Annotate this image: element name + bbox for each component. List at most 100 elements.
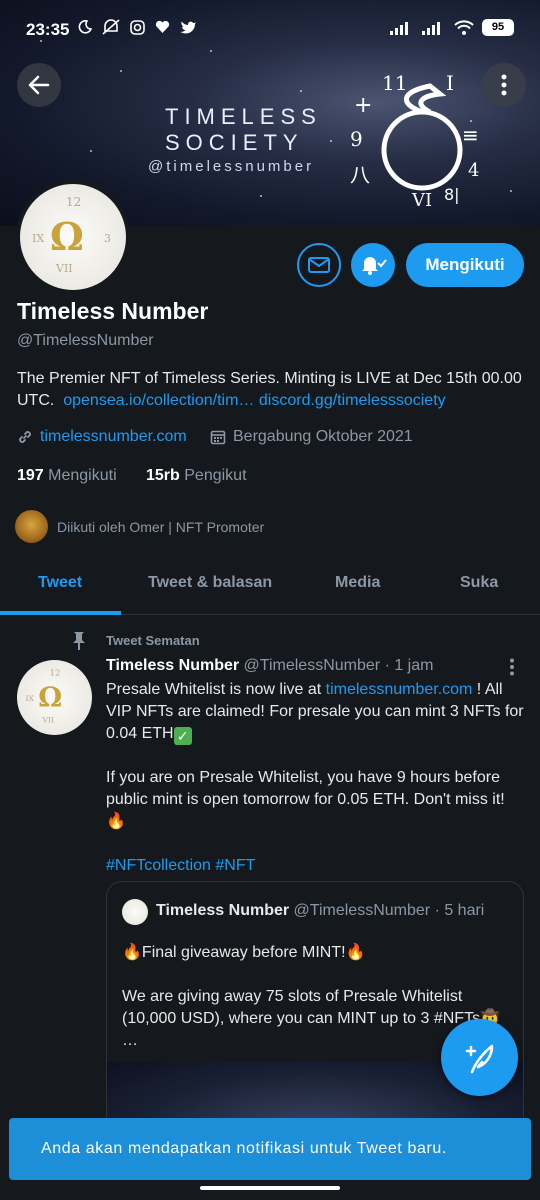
signal-icon (390, 21, 408, 35)
tweet-author-handle: @TimelessNumber (243, 657, 381, 674)
tweet-hashtags[interactable]: #NFTcollection #NFT (106, 855, 526, 877)
link-icon (19, 431, 31, 443)
svg-text:4: 4 (468, 160, 479, 181)
svg-text:Ω: Ω (38, 683, 62, 714)
tweet-body[interactable]: Presale Whitelist is now live at timeles… (106, 679, 526, 899)
following-number: 197 (17, 467, 44, 484)
profile-handle: @TimelessNumber (17, 332, 154, 349)
profile-name: Timeless Number (17, 298, 209, 324)
back-button[interactable] (17, 63, 61, 107)
more-options-button[interactable] (482, 63, 526, 107)
banner-title-line2: SOCIETY (165, 130, 304, 155)
svg-text:IX: IX (32, 232, 44, 245)
status-bar: 23:35 95 (0, 0, 540, 62)
omega-clock-logo: 12 IX VII 3 Ω (32, 195, 111, 275)
profile-bio: The Premier NFT of Timeless Series. Mint… (17, 368, 527, 412)
fire-emoji-icon: 🔥 (122, 944, 142, 961)
arrow-left-icon (28, 75, 50, 95)
followers-count[interactable]: 15rb Pengikut (146, 467, 247, 485)
joined-meta: Bergabung Oktober 2021 (210, 428, 413, 446)
home-indicator[interactable] (200, 1186, 340, 1190)
status-icons-right: 95 (390, 19, 514, 36)
signal-icon (422, 21, 440, 35)
svg-text:12: 12 (66, 195, 81, 209)
mail-icon (308, 257, 330, 273)
follower-avatar (15, 510, 48, 543)
quote-header: Timeless Number @TimelessNumber · 5 hari (156, 902, 484, 920)
banner-title: TIMELESS SOCIETY (165, 104, 322, 156)
svg-text:≡: ≡ (462, 123, 479, 147)
tab-media[interactable]: Media (335, 574, 380, 592)
compose-tweet-button[interactable] (441, 1019, 518, 1096)
tab-tweet[interactable]: Tweet (38, 574, 82, 592)
website-meta: timelessnumber.com (17, 428, 187, 446)
omega-clock-logo: 12 IX VII Ω (25, 669, 62, 725)
svg-text:12: 12 (50, 669, 61, 679)
compose-feather-icon (465, 1044, 493, 1073)
tweet-link[interactable]: timelessnumber.com (326, 681, 473, 698)
fire-emoji-icon: 🔥 (345, 944, 366, 961)
quoted-tweet[interactable]: Timeless Number @TimelessNumber · 5 hari… (106, 881, 524, 1141)
quote-paragraph2: We are giving away 75 slots of Presale W… (122, 988, 481, 1027)
tab-likes[interactable]: Suka (460, 574, 498, 592)
quote-author-name: Timeless Number (156, 902, 290, 919)
moon-icon (78, 20, 92, 34)
svg-text:11: 11 (382, 71, 407, 95)
status-time: 23:35 (26, 20, 70, 39)
website-link[interactable]: timelessnumber.com (40, 428, 187, 446)
tweet-more-icon[interactable] (509, 658, 515, 676)
pin-icon (73, 632, 85, 650)
quote-line1: Final giveaway before MINT! (141, 944, 346, 961)
svg-text:3: 3 (104, 232, 111, 245)
notification-bell-button[interactable] (351, 243, 395, 287)
tweet-author-name[interactable]: Timeless Number (106, 657, 239, 674)
svg-text:VI: VI (411, 190, 432, 211)
quote-author-handle: @TimelessNumber (293, 902, 431, 919)
message-button[interactable] (297, 243, 341, 287)
following-label: Mengikuti (48, 467, 117, 484)
bell-check-icon (362, 257, 387, 275)
following-count[interactable]: 197 Mengikuti (17, 467, 117, 485)
following-button[interactable]: Mengikuti (406, 243, 524, 287)
tweet-paragraph2: If you are on Presale Whitelist, you hav… (106, 769, 505, 808)
tweet-time: · 1 jam (384, 657, 434, 674)
profile-tabs: Tweet Tweet & balasan Media Suka (0, 558, 540, 615)
svg-text:I: I (446, 71, 454, 95)
followers-number: 15rb (146, 467, 180, 484)
toast-message: Anda akan mendapatkan notifikasi untuk T… (41, 1140, 447, 1157)
followed-by-row[interactable]: Diikuti oleh Omer | NFT Promoter (15, 510, 264, 543)
followed-by-text: Diikuti oleh Omer | NFT Promoter (57, 518, 265, 535)
svg-text:8|: 8| (444, 185, 460, 204)
banner-title-line1: TIMELESS (165, 104, 322, 129)
twitter-icon (180, 21, 196, 34)
banner-handle: @timelessnumber (148, 158, 315, 175)
quote-author-avatar (122, 899, 148, 925)
bio-link-opensea[interactable]: opensea.io/collection/tim… (63, 392, 254, 409)
tweet-author-avatar[interactable]: 12 IX VII Ω (17, 660, 92, 735)
svg-text:VII: VII (55, 262, 73, 275)
pinned-label: Tweet Sematan (106, 633, 200, 648)
tab-tweet-replies[interactable]: Tweet & balasan (148, 574, 272, 592)
status-icons-left (78, 19, 197, 35)
followers-label: Pengikut (184, 467, 247, 484)
bio-link-discord[interactable]: discord.gg/timelesssociety (259, 392, 446, 409)
more-vertical-icon (501, 74, 507, 96)
svg-text:IX: IX (25, 694, 34, 703)
svg-text:VII: VII (41, 715, 54, 724)
svg-text:+: + (354, 93, 372, 118)
instagram-icon (130, 19, 145, 35)
tweet-header: Timeless Number @TimelessNumber · 1 jam (106, 657, 433, 675)
tweet-line1-post: ! (472, 681, 482, 698)
timeless-clock-logo: 11 I + ≡ 9 八 4 VI 8| (350, 71, 479, 211)
notification-toast[interactable]: Anda akan mendapatkan notifikasi untuk T… (9, 1118, 531, 1180)
active-tab-indicator (0, 611, 121, 615)
tweet-line1-pre: Presale Whitelist is now live at (106, 681, 326, 698)
heart-icon (155, 20, 170, 33)
mute-icon (102, 19, 120, 35)
check-mark-emoji-icon: ✓ (173, 727, 192, 745)
svg-text:9: 9 (350, 127, 363, 151)
calendar-icon (210, 430, 226, 445)
profile-avatar[interactable]: 12 IX VII 3 Ω (16, 180, 130, 294)
battery-icon: 95 (482, 19, 514, 36)
joined-date: Bergabung Oktober 2021 (233, 428, 413, 445)
